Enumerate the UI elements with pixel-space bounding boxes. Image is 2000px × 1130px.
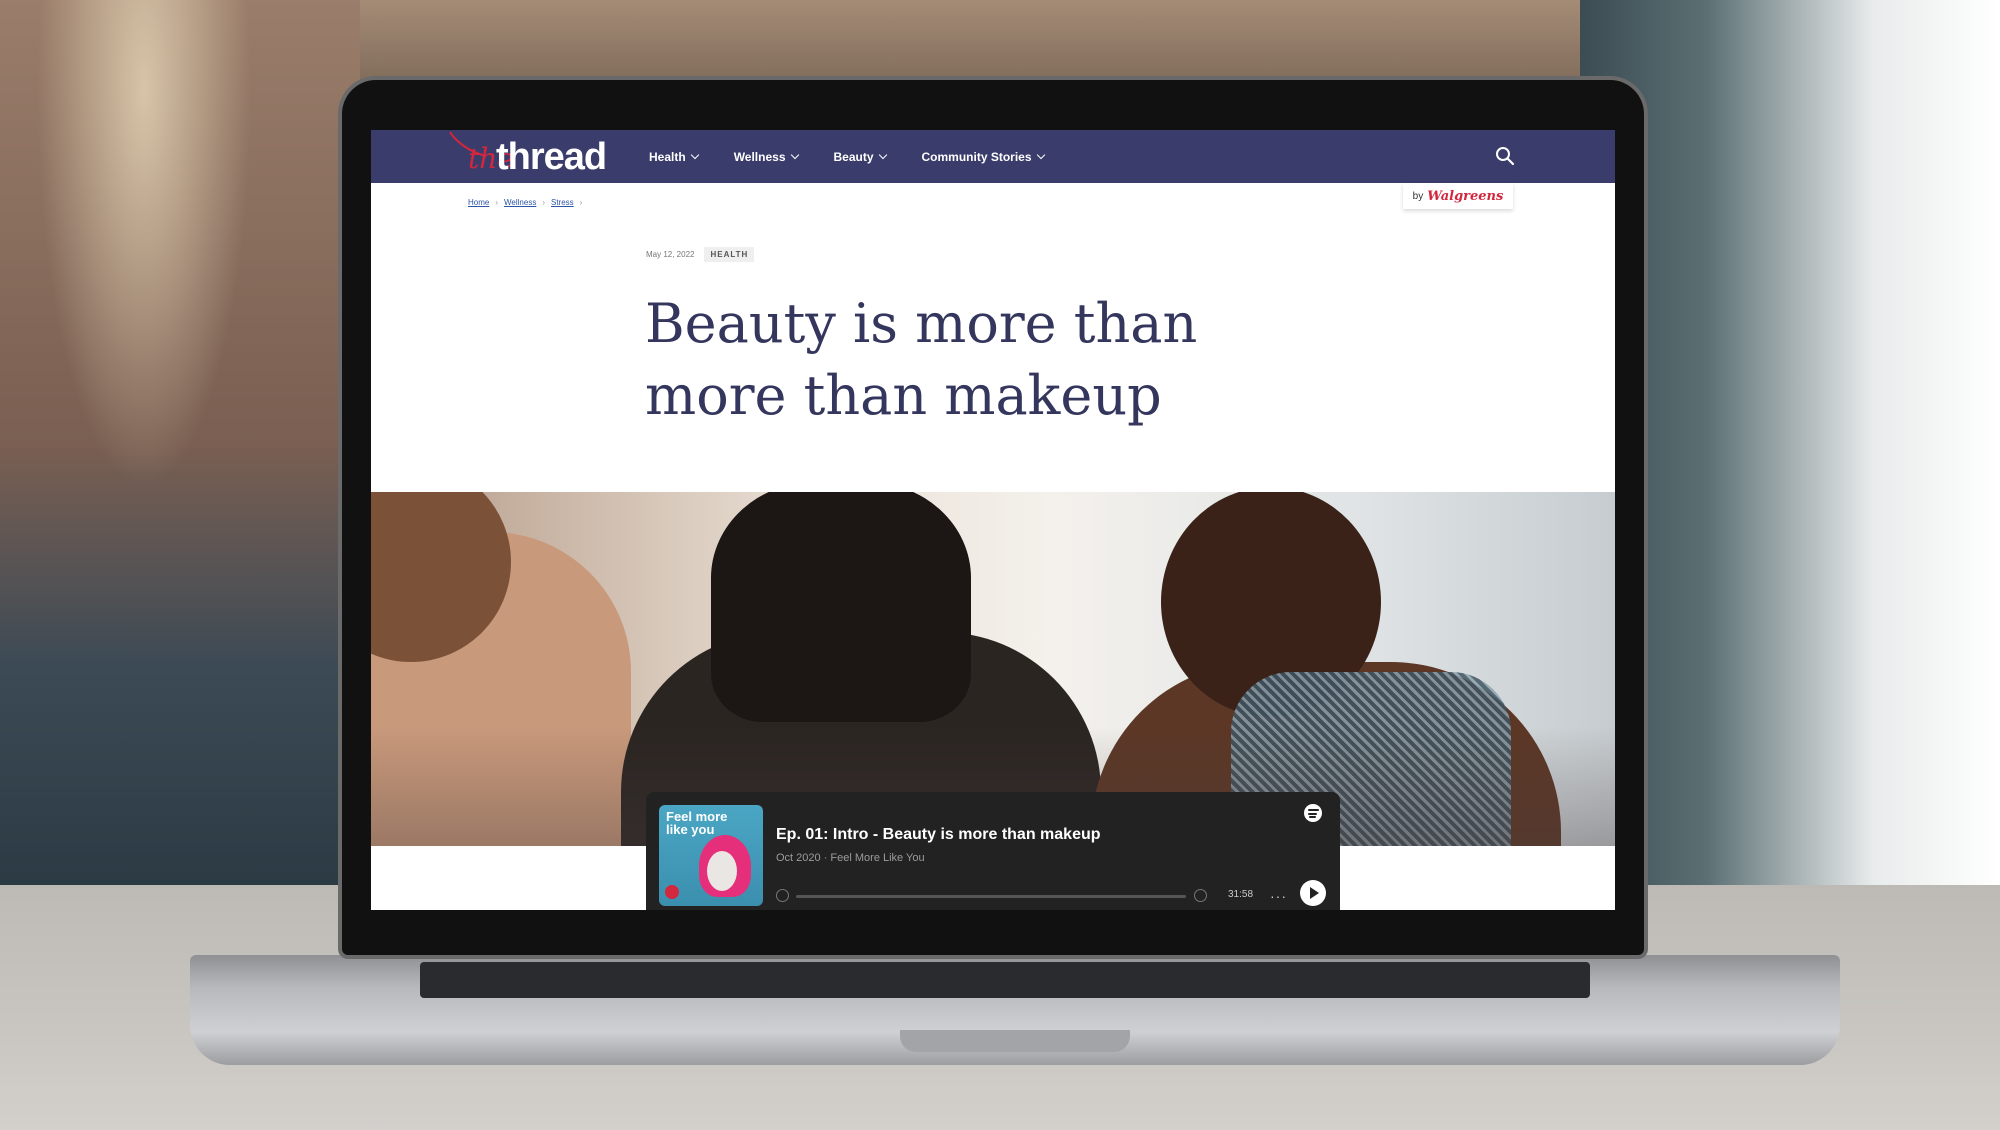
- menu-item-label: Beauty: [833, 149, 874, 164]
- chevron-down-icon: [690, 150, 699, 160]
- forward-15-icon[interactable]: [1194, 889, 1207, 902]
- article-title: Beauty is more than more than makeup: [645, 292, 1198, 427]
- chevron-down-icon: [790, 150, 799, 160]
- background-left: [0, 0, 360, 890]
- spotify-icon[interactable]: [1304, 804, 1322, 822]
- menu-item-wellness[interactable]: Wellness: [733, 149, 799, 164]
- hero-person-center-hair: [711, 492, 971, 722]
- menu-item-label: Wellness: [733, 149, 786, 164]
- chevron-down-icon: [1036, 150, 1045, 160]
- breadcrumb: Home › Wellness › Stress ›: [468, 198, 582, 207]
- breadcrumb-separator: ›: [495, 198, 499, 207]
- search-icon[interactable]: [1495, 146, 1515, 166]
- breadcrumb-home[interactable]: Home: [468, 198, 489, 207]
- menu-item-label: Health: [649, 149, 686, 164]
- progress-bar[interactable]: [796, 895, 1186, 898]
- episode-subtitle: Oct 2020 · Feel More Like You: [776, 852, 925, 864]
- main-menu: Health Wellness Beauty Community Stories: [649, 130, 1045, 183]
- menu-item-health[interactable]: Health: [649, 149, 699, 164]
- cover-logo-icon: [665, 885, 679, 899]
- play-button[interactable]: [1300, 880, 1326, 906]
- walgreens-badge[interactable]: by Walgreens: [1403, 183, 1513, 209]
- article-meta: May 12, 2022 HEALTH: [646, 247, 755, 262]
- rewind-15-icon[interactable]: [776, 889, 789, 902]
- badge-brand: Walgreens: [1427, 188, 1504, 204]
- episode-duration: 31:58: [1228, 889, 1254, 900]
- episode-title[interactable]: Ep. 01: Intro - Beauty is more than make…: [776, 826, 1101, 844]
- breadcrumb-wellness[interactable]: Wellness: [504, 198, 536, 207]
- logo-name: thread: [496, 136, 607, 178]
- menu-item-beauty[interactable]: Beauty: [833, 149, 887, 164]
- laptop-keyboard: [420, 962, 1590, 998]
- podcast-player: Feel more like you Ep. 01: Intro - Beaut…: [646, 792, 1340, 910]
- breadcrumb-stress[interactable]: Stress: [551, 198, 574, 207]
- badge-by-label: by: [1412, 190, 1424, 202]
- cover-text: Feel more like you: [666, 809, 728, 837]
- menu-item-community-stories[interactable]: Community Stories: [921, 149, 1045, 164]
- breadcrumb-separator: ›: [579, 198, 583, 207]
- laptop-notch: [900, 1030, 1130, 1052]
- article-tag[interactable]: HEALTH: [704, 247, 755, 262]
- article-date: May 12, 2022: [646, 250, 695, 259]
- podcast-cover[interactable]: Feel more like you: [659, 805, 763, 906]
- site-nav: the thread Health Wellness Beauty Commun…: [371, 130, 1615, 183]
- play-icon: [1310, 887, 1319, 899]
- chevron-down-icon: [878, 150, 887, 160]
- cover-face-icon: [707, 851, 737, 891]
- breadcrumb-separator: ›: [542, 198, 545, 207]
- more-options-icon[interactable]: ···: [1270, 888, 1287, 904]
- laptop-screen: the thread Health Wellness Beauty Commun…: [371, 130, 1615, 910]
- menu-item-label: Community Stories: [921, 149, 1032, 164]
